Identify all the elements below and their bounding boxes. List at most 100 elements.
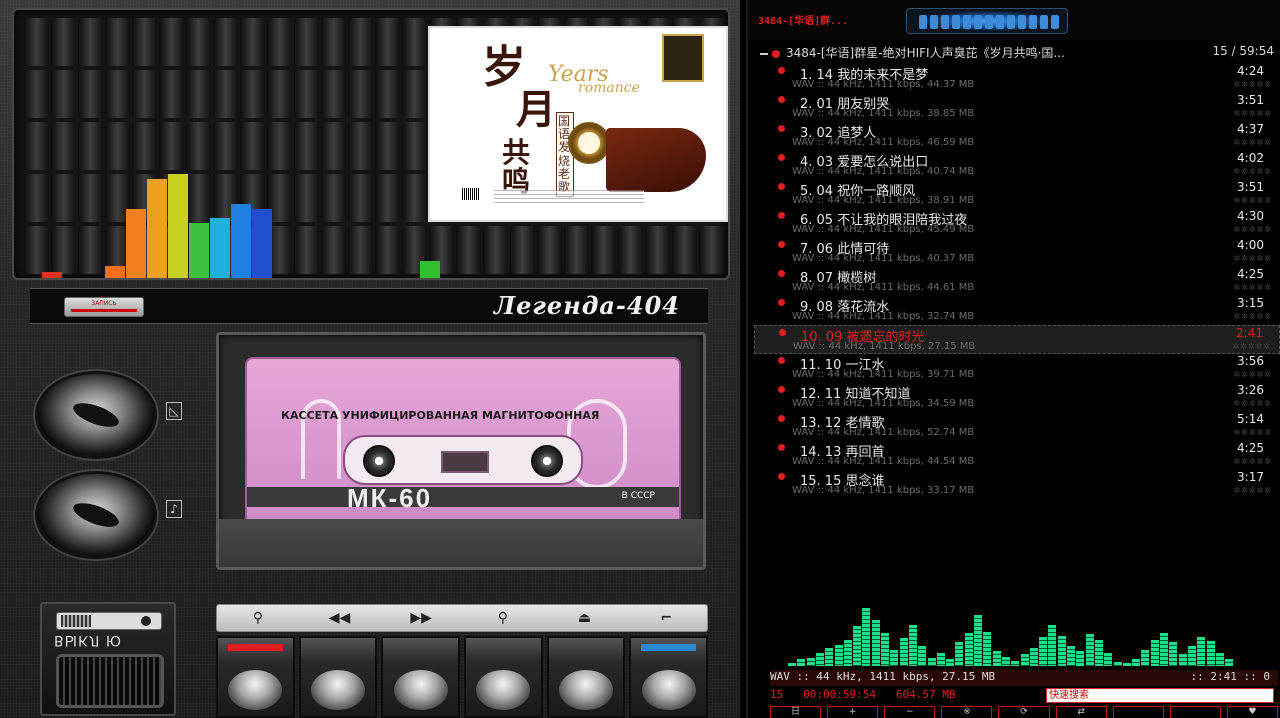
spectrum-bar [210,218,230,278]
visualizer-bar [1141,650,1150,666]
grille-slat [564,226,589,274]
status-total-time: 00:00:59:54 [803,688,876,701]
meter-segment [919,15,927,29]
grille-slat [510,226,535,274]
visualizer-bar [1057,635,1066,666]
visualizer-bar [908,625,917,666]
sort-button[interactable]: ⇄ [1055,706,1107,718]
track-rating-icon[interactable]: ✲✲✲✲✲ [1233,312,1272,321]
visualizer-bar [936,652,945,666]
misc-button[interactable] [1112,706,1164,718]
track-row[interactable]: 12. 11 知道不知道 3:26 WAV :: 44 kHz, 1411 kbps… [754,383,1280,412]
visualizer-bar [1067,646,1075,666]
track-duration: 3:51 [1237,93,1264,107]
options-button[interactable] [1169,706,1221,718]
spectrum-bar [231,203,251,278]
track-duration: 3:17 [1237,470,1264,484]
volume-knob[interactable] [38,374,154,456]
visualizer-bar [1048,625,1057,666]
album-fineprint [494,190,644,206]
track-rating-icon[interactable]: ✲✲✲✲✲ [1233,428,1272,437]
track-rating-icon[interactable]: ✲✲✲✲✲ [1233,80,1272,89]
transport-labels: ⚲ ◀◀ ▶▶ ⚲ ⏏ ⌐ [216,604,708,632]
fast-forward-key[interactable] [381,636,461,718]
rewind-key[interactable] [298,636,378,718]
visualizer-bar [1178,654,1187,666]
add-button[interactable]: + [827,706,879,718]
favorite-button[interactable]: ♥ [1226,706,1278,718]
track-rating-icon[interactable]: ✲✲✲✲✲ [1233,370,1272,379]
visualizer-bar [974,614,982,666]
key-cap [559,670,614,710]
stop-key[interactable] [546,636,626,718]
select-button[interactable]: ※ [941,706,993,718]
track-rating-icon[interactable]: ✲✲✲✲✲ [1233,138,1272,147]
track-rating-icon[interactable]: ✲✲✲✲✲ [1232,342,1271,351]
track-row[interactable]: 8. 07 橄榄树 4:25 WAV :: 44 kHz, 1411 kbps, 4… [754,267,1280,296]
meter-segment [1029,15,1037,29]
grille-slat [483,226,508,274]
track-row[interactable]: 9. 08 落花流水 3:15 WAV :: 44 kHz, 1411 kbps, … [754,296,1280,325]
visualizer-bar [1094,639,1103,666]
track-meta: WAV :: 44 kHz, 1411 kbps, 34.59 MB [792,398,975,409]
collapse-icon[interactable] [760,52,768,55]
track-duration: 5:14 [1237,412,1264,426]
track-row[interactable]: 14. 13 再回首 4:25 WAV :: 44 kHz, 1411 kbps, … [754,441,1280,470]
track-row[interactable]: 1. 14 我的未来不是梦 4:24 WAV :: 44 kHz, 1411 kbp… [754,64,1280,93]
grille-slat [537,226,562,274]
cassette-door-bottom [219,519,703,567]
track-duration: 3:15 [1237,296,1264,310]
tone-knob[interactable] [38,474,154,556]
status-total-size: 604.57 MB [895,688,956,701]
track-row[interactable]: 3. 02 追梦人 4:37 WAV :: 44 kHz, 1411 kbps, 4… [754,122,1280,151]
key-indicator [641,644,697,651]
track-meta: WAV :: 44 kHz, 1411 kbps, 38.91 MB [792,195,975,206]
track-rating-icon[interactable]: ✲✲✲✲✲ [1233,399,1272,408]
record-key[interactable] [216,636,295,718]
track-rating-icon[interactable]: ✲✲✲✲✲ [1233,486,1272,495]
visualizer-bar [927,658,936,666]
track-row[interactable]: 2. 01 朋友别哭 3:51 WAV :: 44 kHz, 1411 kbps, … [754,93,1280,122]
spectrum-bar [252,208,272,278]
track-row[interactable]: 11. 10 一江水 3:56 WAV :: 44 kHz, 1411 kbps, … [754,354,1280,383]
spectrum-bar [168,173,188,278]
visualizer-bar [843,639,852,666]
refresh-button[interactable]: ⟳ [998,706,1050,718]
track-meta: WAV :: 44 kHz, 1411 kbps, 27.15 MB [793,341,976,352]
track-row[interactable]: 6. 05 不让我的眼泪陪我过夜 4:30 WAV :: 44 kHz, 1411 … [754,209,1280,238]
playlist-status: 15 00:00:59:54 604.57 MB 快速搜索 [770,688,1278,704]
track-rating-icon[interactable]: ✲✲✲✲✲ [1233,196,1272,205]
track-rating-icon[interactable]: ✲✲✲✲✲ [1233,254,1272,263]
visualizer-bar [955,642,964,666]
meter-segment [952,15,960,29]
visualizer-bar [918,646,927,666]
playlist-title: 3484-[华语]群... [758,16,849,27]
meter-segment [1051,15,1059,29]
track-rating-icon[interactable]: ✲✲✲✲✲ [1233,457,1272,466]
meter-segment [963,15,971,29]
list-button[interactable]: 日 [770,706,822,718]
power-switch[interactable] [56,612,162,630]
track-bullet-icon [778,183,785,190]
track-rating-icon[interactable]: ✲✲✲✲✲ [1233,283,1272,292]
record-icon: ⚲ [252,610,263,626]
display-panel: 岁 月 共鸣 Years romance 国语发烧老歌 [12,8,730,280]
track-row[interactable]: 5. 04 祝你一路顺风 3:51 WAV :: 44 kHz, 1411 kbps… [754,180,1280,209]
brand-strip: ЗАПИСЬ Легенда-404 [30,288,708,324]
visualizer-bar [797,659,806,666]
track-duration: 2:41 [1236,326,1263,340]
spectrum-bar [42,272,62,278]
track-row[interactable]: 4. 03 爱要怎么说出口 4:02 WAV :: 44 kHz, 1411 kbp… [754,151,1280,180]
track-row-playing[interactable]: 10. 09 被遗忘的时光 2:41 WAV :: 44 kHz, 1411 kbp… [754,325,1280,354]
quick-search-input[interactable]: 快速搜索 [1046,688,1274,703]
track-duration: 4:24 [1237,64,1264,78]
track-rating-icon[interactable]: ✲✲✲✲✲ [1233,109,1272,118]
pause-key[interactable] [629,636,709,718]
track-rating-icon[interactable]: ✲✲✲✲✲ [1233,225,1272,234]
track-row[interactable]: 13. 12 老情歌 5:14 WAV :: 44 kHz, 1411 kbps, … [754,412,1280,441]
track-row[interactable]: 7. 06 此情可待 4:00 WAV :: 44 kHz, 1411 kbps, … [754,238,1280,267]
play-key[interactable] [464,636,543,718]
track-row[interactable]: 15. 15 思念谁 3:17 WAV :: 44 kHz, 1411 kbps, … [754,470,1280,499]
remove-button[interactable]: − [884,706,936,718]
track-rating-icon[interactable]: ✲✲✲✲✲ [1233,167,1272,176]
